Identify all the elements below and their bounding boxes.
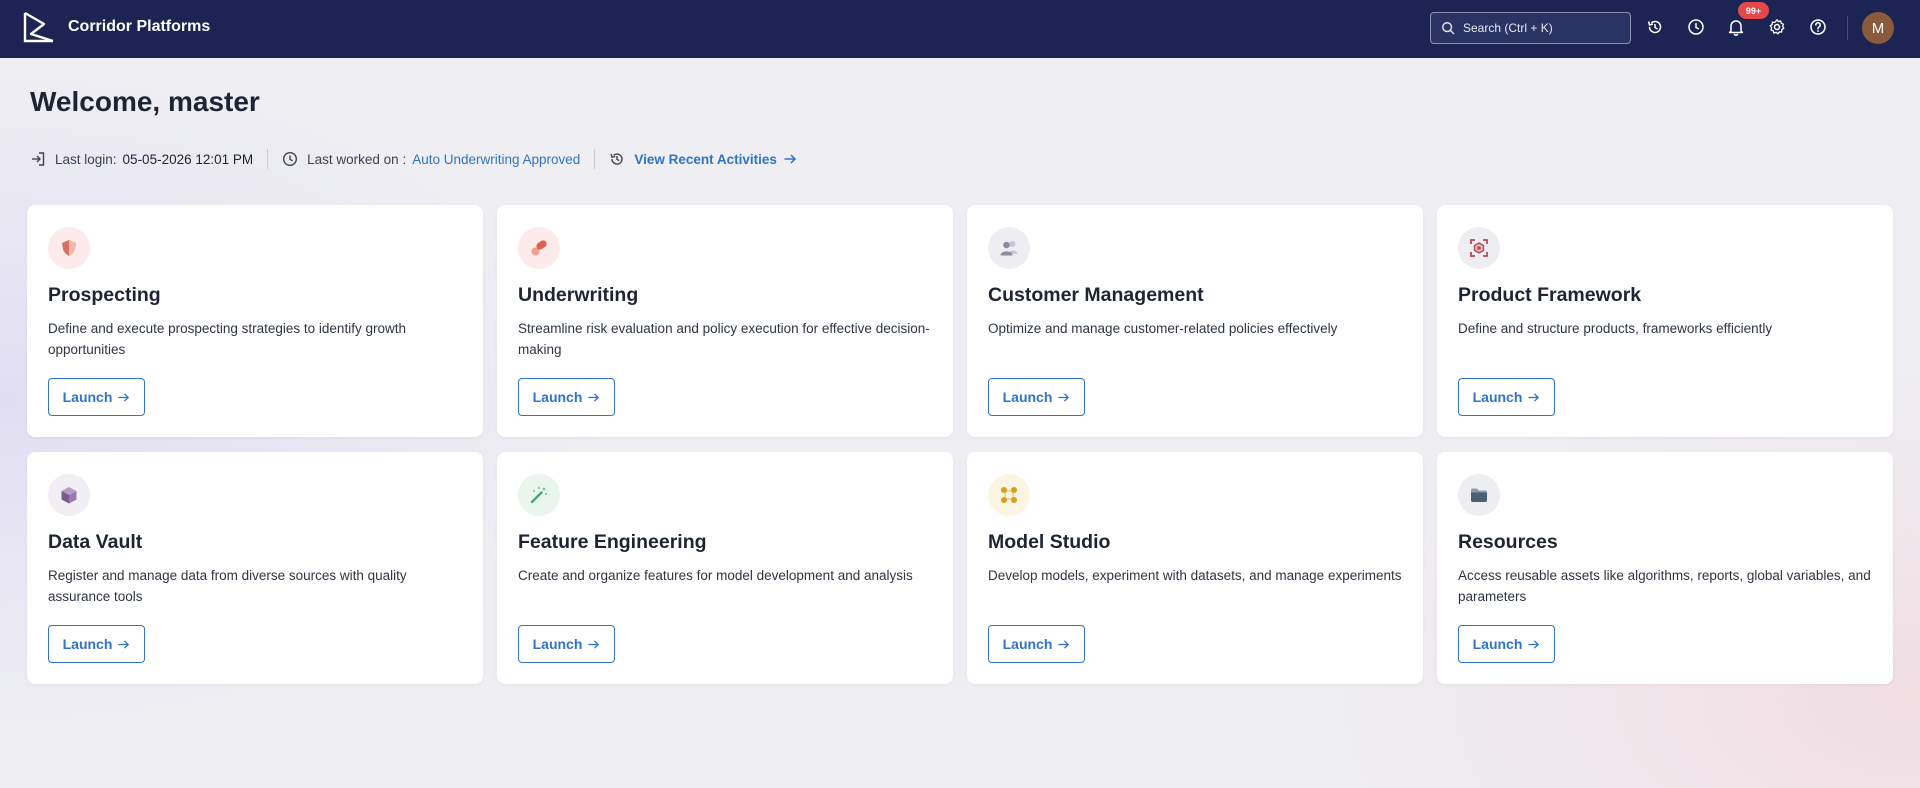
card-icon-wrap <box>48 227 90 269</box>
card-underwriting: Underwriting Streamline risk evaluation … <box>497 205 953 437</box>
card-title: Feature Engineering <box>518 531 707 553</box>
card-data-vault: Data Vault Register and manage data from… <box>27 452 483 684</box>
page-title: Welcome, master <box>30 86 260 117</box>
arrow-right-icon <box>588 639 600 649</box>
launch-label: Launch <box>62 389 113 405</box>
help-icon <box>1810 19 1826 35</box>
card-product-framework: Product Framework Define and structure p… <box>1437 205 1893 437</box>
card-customer-management: Customer Management Optimize and manage … <box>967 205 1423 437</box>
shield-icon <box>62 240 76 256</box>
bell-icon <box>1728 20 1744 36</box>
card-icon-wrap <box>1458 227 1500 269</box>
nodes-icon <box>1001 487 1017 503</box>
history-button[interactable] <box>1643 15 1667 39</box>
card-description: Create and organize features for model d… <box>518 568 913 583</box>
pill-icon <box>531 240 547 256</box>
launch-label: Launch <box>62 636 113 652</box>
launch-button[interactable]: Launch <box>48 625 145 663</box>
card-description: Define and structure products, framework… <box>1458 321 1773 336</box>
view-recent-label: View Recent Activities <box>634 151 777 167</box>
card-title: Data Vault <box>48 531 143 553</box>
card-description: Develop models, experiment with datasets… <box>988 568 1402 583</box>
folder-icon <box>1471 488 1487 502</box>
search-placeholder: Search (Ctrl + K) <box>1463 21 1553 35</box>
header-divider <box>1847 16 1848 40</box>
last-worked-label: Last worked on : <box>307 151 407 167</box>
card-icon-wrap <box>1458 474 1500 516</box>
top-navigation-bar: Corridor Platforms Search (Ctrl + K) 99+ <box>0 0 1920 58</box>
launch-button[interactable]: Launch <box>988 625 1085 663</box>
corridor-logo-icon <box>23 11 54 43</box>
magic-wand-icon <box>530 486 548 504</box>
history-icon <box>610 153 623 165</box>
users-icon <box>1000 241 1018 256</box>
user-avatar[interactable]: M <box>1862 12 1894 44</box>
settings-button[interactable] <box>1765 15 1789 39</box>
history-icon <box>1647 20 1662 34</box>
help-button[interactable] <box>1806 15 1830 39</box>
search-input[interactable]: Search (Ctrl + K) <box>1430 12 1631 44</box>
card-title: Underwriting <box>518 284 639 306</box>
launch-button[interactable]: Launch <box>1458 378 1555 416</box>
launch-button[interactable]: Launch <box>1458 625 1555 663</box>
card-feature-engineering: Feature Engineering Create and organize … <box>497 452 953 684</box>
launch-label: Launch <box>532 389 583 405</box>
card-title: Prospecting <box>48 284 161 306</box>
card-title: Product Framework <box>1458 284 1642 306</box>
card-icon-wrap <box>518 474 560 516</box>
card-resources: Resources Access reusable assets like al… <box>1437 452 1893 684</box>
arrow-right-icon <box>1058 639 1070 649</box>
arrow-right-icon <box>1528 392 1540 402</box>
launch-label: Launch <box>1002 389 1053 405</box>
card-description: Access reusable assets like algorithms, … <box>1458 568 1871 604</box>
arrow-right-icon <box>1058 392 1070 402</box>
arrow-right-icon <box>118 639 130 649</box>
activity-summary: Last login: 05-05-2026 12:01 PM Last wor… <box>30 148 797 170</box>
card-title: Model Studio <box>988 531 1111 553</box>
launch-button[interactable]: Launch <box>48 378 145 416</box>
clock-icon <box>283 151 298 167</box>
cube-icon <box>61 487 77 504</box>
card-model-studio: Model Studio Develop models, experiment … <box>967 452 1423 684</box>
meta-divider <box>594 149 596 169</box>
arrow-right-icon <box>588 392 600 402</box>
meta-divider <box>267 149 269 169</box>
launch-label: Launch <box>1472 389 1523 405</box>
last-worked-link[interactable]: Auto Underwriting Approved <box>412 152 580 167</box>
card-prospecting: Prospecting Define and execute prospecti… <box>27 205 483 437</box>
card-title: Resources <box>1458 531 1558 553</box>
launch-label: Launch <box>532 636 583 652</box>
last-login-value: 05-05-2026 12:01 PM <box>122 151 254 167</box>
brand-name: Corridor Platforms <box>68 18 211 35</box>
launch-label: Launch <box>1472 636 1523 652</box>
gear-icon <box>1769 19 1785 35</box>
last-worked: Last worked on : Auto Underwriting Appro… <box>282 151 580 167</box>
scan-icon <box>1470 239 1488 257</box>
launch-button[interactable]: Launch <box>518 625 615 663</box>
card-title: Customer Management <box>988 284 1204 306</box>
card-description: Define and execute prospecting strategie… <box>48 321 406 357</box>
card-icon-wrap <box>988 474 1030 516</box>
card-description: Streamline risk evaluation and policy ex… <box>518 321 930 357</box>
card-icon-wrap <box>48 474 90 516</box>
last-login-label: Last login: <box>55 151 117 167</box>
search-icon <box>1442 22 1455 35</box>
view-recent-activities: View Recent Activities <box>609 151 797 167</box>
recent-button[interactable] <box>1684 15 1708 39</box>
last-login: Last login: 05-05-2026 12:01 PM <box>30 151 253 167</box>
card-icon-wrap <box>988 227 1030 269</box>
card-description: Optimize and manage customer-related pol… <box>988 321 1338 336</box>
card-description: Register and manage data from diverse so… <box>48 568 407 604</box>
view-recent-activities-link[interactable]: View Recent Activities <box>634 152 797 167</box>
launch-label: Launch <box>1002 636 1053 652</box>
login-icon <box>32 152 45 166</box>
launch-button[interactable]: Launch <box>988 378 1085 416</box>
arrow-right-icon <box>118 392 130 402</box>
card-icon-wrap <box>518 227 560 269</box>
launch-button[interactable]: Launch <box>518 378 615 416</box>
arrow-right-icon <box>784 154 796 164</box>
brand[interactable]: Corridor Platforms <box>22 10 210 44</box>
clock-icon <box>1688 19 1704 35</box>
arrow-right-icon <box>1528 639 1540 649</box>
